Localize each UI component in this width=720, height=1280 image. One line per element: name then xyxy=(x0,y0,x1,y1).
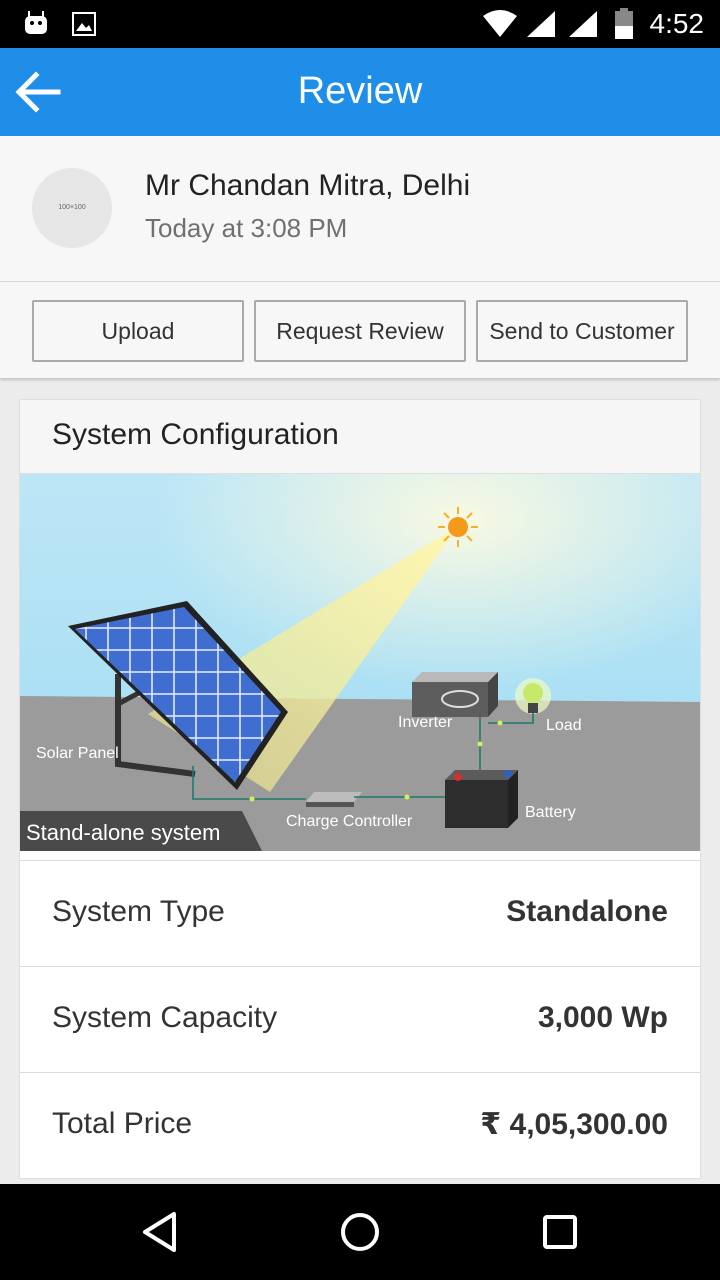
review-time: Today at 3:08 PM xyxy=(145,213,348,243)
system-type-label: System Type xyxy=(52,895,225,928)
label-battery: Battery xyxy=(525,804,576,821)
action-bar: Upload Request Review Send to Customer xyxy=(0,282,720,378)
wifi-icon xyxy=(483,10,517,37)
signal-icon xyxy=(527,11,555,37)
customer-header: 100×100 Mr Chandan Mitra, Delhi Today at… xyxy=(0,136,720,282)
image-notification-icon xyxy=(72,12,96,36)
triangle-back-icon[interactable] xyxy=(140,1210,180,1254)
square-recents-icon[interactable] xyxy=(540,1210,580,1254)
app-bar: Review xyxy=(0,48,720,136)
stand-alone-system-illustration: Solar Panel Inverter Load Charge Control… xyxy=(20,474,700,851)
battery-graphic xyxy=(445,770,518,828)
label-load: Load xyxy=(546,717,582,734)
card-header: System Configuration xyxy=(20,400,700,474)
system-type-value: Standalone xyxy=(506,895,668,928)
circle-home-icon[interactable] xyxy=(339,1210,381,1254)
signal-icon-2 xyxy=(569,11,597,37)
charge-controller-graphic xyxy=(306,792,362,807)
system-type-row: System Type Standalone xyxy=(20,860,700,966)
page-title: Review xyxy=(297,70,423,112)
avatar: 100×100 xyxy=(32,168,112,248)
label-inverter: Inverter xyxy=(398,714,453,731)
total-price-label: Total Price xyxy=(52,1107,193,1140)
label-solar-panel: Solar Panel xyxy=(36,745,119,762)
upload-button[interactable]: Upload xyxy=(32,300,244,362)
total-price-value: ₹ 4,05,300.00 xyxy=(480,1108,668,1141)
battery-icon xyxy=(615,8,633,39)
lightbulb-graphic xyxy=(515,678,551,714)
android-notification-icon xyxy=(25,11,47,34)
system-configuration-card: System Configuration Solar Panel Inverte… xyxy=(19,399,701,1179)
inverter-graphic xyxy=(412,672,498,717)
illustration-caption: Stand-alone system xyxy=(26,820,220,845)
system-capacity-row: System Capacity 3,000 Wp xyxy=(20,966,700,1072)
system-capacity-label: System Capacity xyxy=(52,1001,278,1034)
status-bar: 4:52 xyxy=(0,0,720,48)
card-title: System Configuration xyxy=(52,418,339,451)
label-charge-controller: Charge Controller xyxy=(286,813,413,830)
system-capacity-value: 3,000 Wp xyxy=(537,1001,668,1034)
status-time: 4:52 xyxy=(649,8,705,39)
send-to-customer-button[interactable]: Send to Customer xyxy=(476,300,688,362)
customer-name: Mr Chandan Mitra, Delhi xyxy=(145,169,471,202)
request-review-button[interactable]: Request Review xyxy=(254,300,466,362)
navigation-bar xyxy=(0,1184,720,1280)
sun-icon xyxy=(438,507,478,547)
total-price-row: Total Price ₹ 4,05,300.00 xyxy=(20,1072,700,1178)
